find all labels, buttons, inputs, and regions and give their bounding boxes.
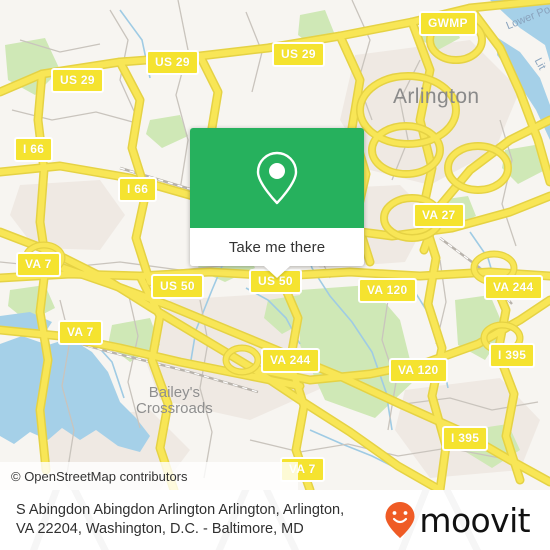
road-shield-i-66: I 66 [118, 177, 158, 202]
screenshot-root: Arlington Bailey's Crossroads Lower Po L… [0, 0, 550, 550]
road-shield-i-395: I 395 [442, 426, 489, 451]
road-shield-va-244: VA 244 [261, 348, 320, 373]
road-shield-us-29: US 29 [146, 50, 199, 75]
road-shield-gwmp: GWMP [419, 11, 477, 36]
road-shield-va-120: VA 120 [358, 278, 417, 303]
attribution-text: © OpenStreetMap contributors [11, 468, 188, 484]
moovit-smiley-pin-icon [385, 502, 415, 538]
road-shield-va-120: VA 120 [389, 358, 448, 383]
location-popup-card[interactable]: Take me there [190, 128, 364, 278]
map-attribution: © OpenStreetMap contributors [0, 462, 298, 490]
road-shield-va-244: VA 244 [484, 275, 543, 300]
bottom-info-bar: S Abingdon Abingdon Arlington Arlington,… [0, 490, 550, 550]
map-pin-icon [256, 151, 298, 205]
popup-pointer-tail [264, 266, 290, 278]
address-text: S Abingdon Abingdon Arlington Arlington,… [12, 501, 384, 539]
road-shield-i-395: I 395 [489, 343, 536, 368]
take-me-there-label: Take me there [228, 238, 326, 256]
road-shield-va-7: VA 7 [16, 252, 61, 277]
road-shield-va-7: VA 7 [58, 320, 103, 345]
address-line-1: S Abingdon Abingdon Arlington Arlington,… [16, 502, 345, 518]
popup-card-header [190, 128, 364, 228]
road-shield-us-50: US 50 [151, 274, 204, 299]
take-me-there-button[interactable]: Take me there [190, 228, 364, 278]
road-shield-us-29: US 29 [51, 68, 104, 93]
moovit-brand-logo[interactable]: moovit [384, 501, 538, 539]
road-shield-i-66: I 66 [14, 137, 54, 162]
address-line-2: VA 22204, Washington, D.C. - Baltimore, … [16, 521, 304, 537]
moovit-wordmark: moovit [419, 500, 530, 540]
road-shield-us-29: US 29 [272, 42, 325, 67]
road-shield-va-27: VA 27 [413, 203, 465, 228]
